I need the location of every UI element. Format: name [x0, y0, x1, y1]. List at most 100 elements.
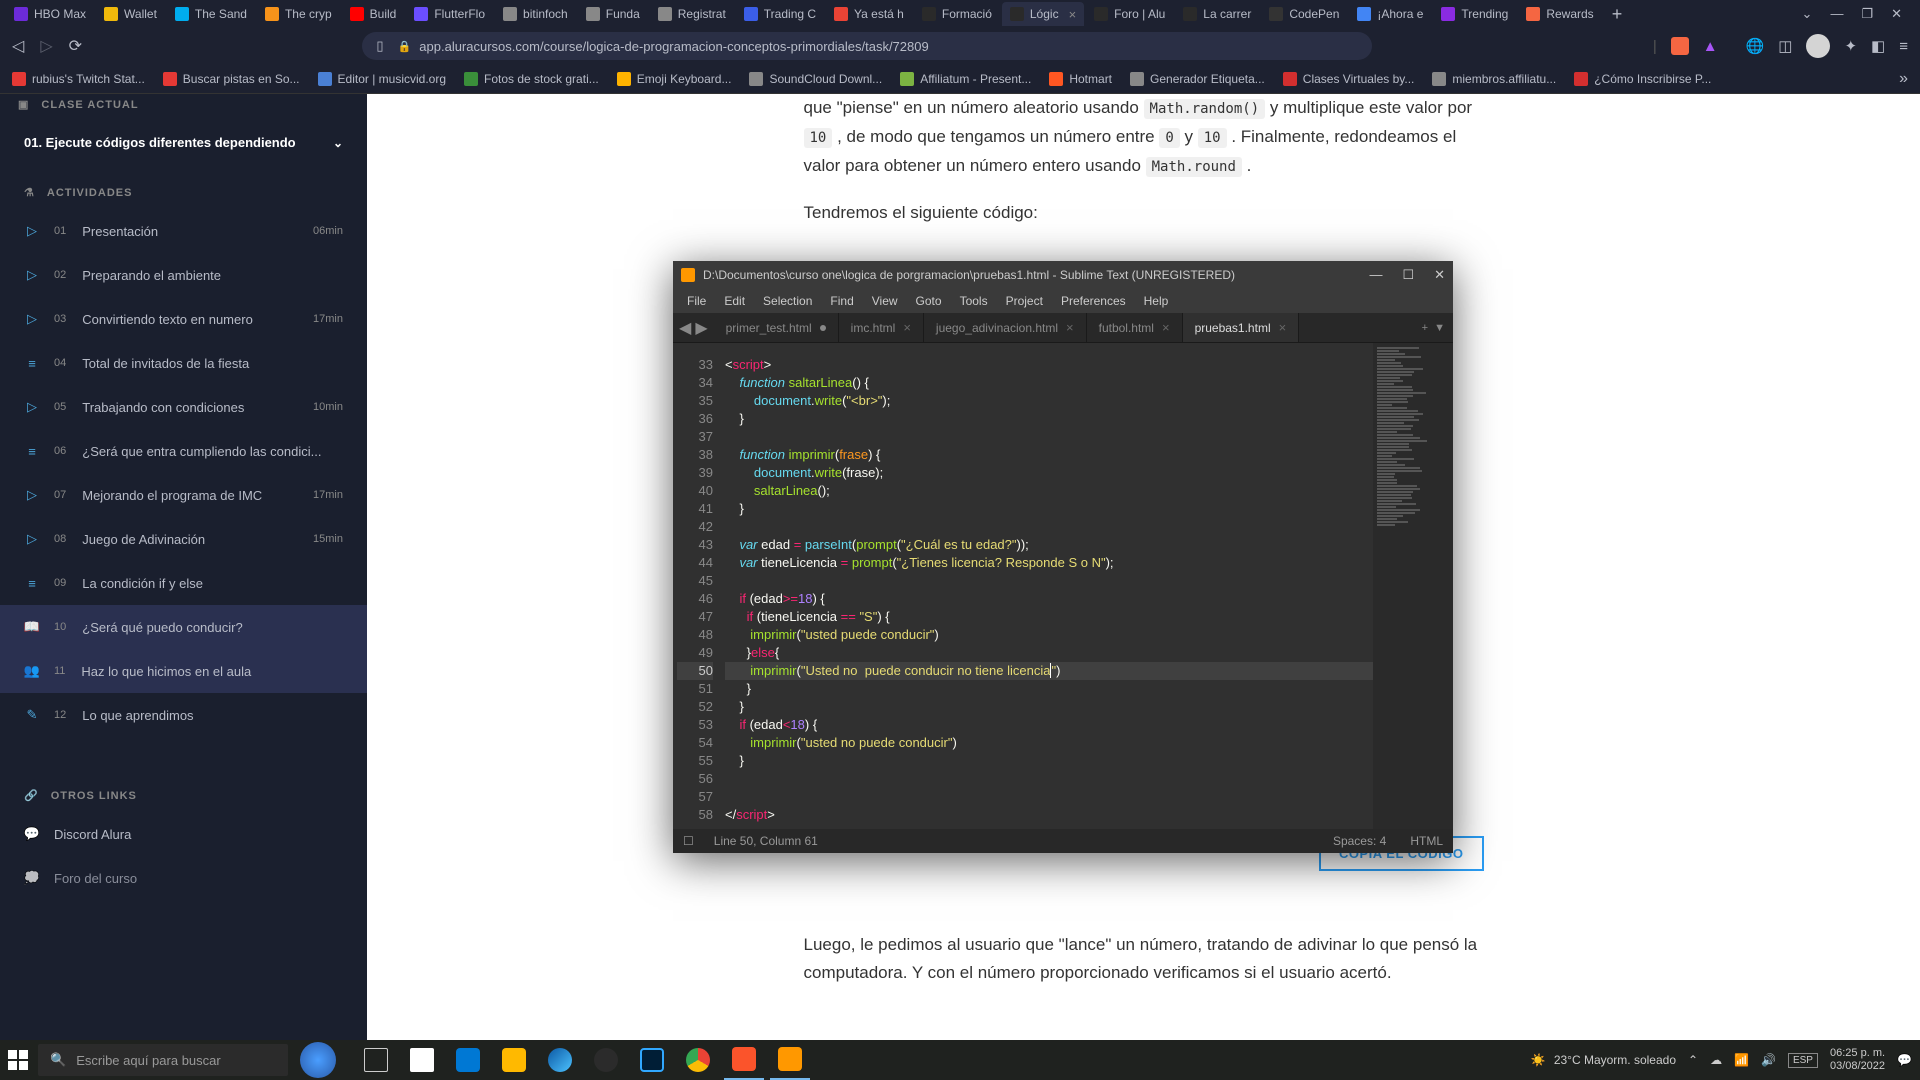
status-lang[interactable]: HTML: [1410, 834, 1443, 848]
weather-widget[interactable]: ☀️ 23°C Mayorm. soleado: [1531, 1053, 1676, 1067]
bookmark-item[interactable]: miembros.affiliatu...: [1432, 72, 1556, 86]
sidebar-activity-item[interactable]: ≡06¿Será que entra cumpliendo las condic…: [0, 429, 367, 473]
sidebar-icon[interactable]: ◧: [1871, 37, 1885, 55]
notifications-icon[interactable]: 💬: [1897, 1053, 1912, 1067]
translate-icon[interactable]: 🌐: [1746, 37, 1765, 55]
tab-close-icon[interactable]: ×: [903, 320, 911, 335]
browser-tab[interactable]: The cryp: [257, 2, 340, 26]
sidebar-activity-item[interactable]: ▷08Juego de Adivinación15min: [0, 517, 367, 561]
reload-button[interactable]: ⟳: [69, 36, 82, 56]
browser-maximize-button[interactable]: ❐: [1861, 6, 1873, 22]
new-tab-icon[interactable]: +: [1422, 322, 1428, 334]
browser-tab[interactable]: Ya está h: [826, 2, 912, 26]
sublime-window[interactable]: D:\Documentos\curso one\logica de porgra…: [673, 261, 1453, 853]
taskbar-app-sublime[interactable]: [770, 1040, 810, 1080]
brave-shield-icon[interactable]: [1671, 37, 1689, 55]
menu-selection[interactable]: Selection: [755, 291, 820, 311]
sidebar-activity-item[interactable]: ≡04Total de invitados de la fiesta: [0, 341, 367, 385]
tab-next-icon[interactable]: ▶: [695, 318, 707, 338]
tab-prev-icon[interactable]: ◀: [679, 318, 691, 338]
close-button[interactable]: ✕: [1434, 267, 1445, 283]
menu-tools[interactable]: Tools: [952, 291, 996, 311]
menu-edit[interactable]: Edit: [716, 291, 753, 311]
taskbar-app-1[interactable]: [402, 1040, 442, 1080]
menu-find[interactable]: Find: [822, 291, 861, 311]
sidebar-activity-item[interactable]: ✎12Lo que aprendimos: [0, 693, 367, 737]
editor-tab[interactable]: primer_test.html: [714, 313, 839, 342]
taskbar-app-edge[interactable]: [540, 1040, 580, 1080]
browser-tab[interactable]: FlutterFlo: [406, 2, 493, 26]
taskbar-app-photoshop[interactable]: [632, 1040, 672, 1080]
taskbar-app-brave[interactable]: [724, 1040, 764, 1080]
forward-button[interactable]: ▷: [40, 36, 52, 56]
tab-close-icon[interactable]: ×: [1066, 320, 1074, 335]
maximize-button[interactable]: ☐: [1402, 267, 1414, 283]
tab-menu-icon[interactable]: ▼: [1434, 322, 1445, 334]
bookmarks-overflow-icon[interactable]: »: [1899, 70, 1908, 88]
bookmark-item[interactable]: Editor | musicvid.org: [318, 72, 447, 86]
browser-tab[interactable]: Registrat: [650, 2, 734, 26]
extensions-icon[interactable]: ✦: [1844, 37, 1857, 55]
editor-tab[interactable]: pruebas1.html×: [1183, 313, 1300, 342]
sidebar-discord[interactable]: 💬 Discord Alura: [0, 812, 367, 856]
tab-close-icon[interactable]: ×: [1279, 320, 1287, 335]
menu-project[interactable]: Project: [998, 291, 1051, 311]
sidebar-activity-item[interactable]: ▷01Presentación06min: [0, 209, 367, 253]
sidebar-activity-item[interactable]: 👥11Haz lo que hicimos en el aula: [0, 649, 367, 693]
bookmark-item[interactable]: Buscar pistas en So...: [163, 72, 300, 86]
browser-close-button[interactable]: ✕: [1891, 6, 1902, 22]
minimap[interactable]: [1373, 343, 1453, 829]
browser-tab[interactable]: Foro | Alu: [1086, 2, 1173, 26]
code-editor[interactable]: 3334353637383940414243444546474849505152…: [673, 343, 1453, 829]
sidebar-activity-item[interactable]: 📖10¿Será qué puedo conducir?: [0, 605, 367, 649]
menu-file[interactable]: File: [679, 291, 714, 311]
status-spaces[interactable]: Spaces: 4: [1333, 834, 1386, 848]
new-tab-button[interactable]: +: [1604, 4, 1631, 25]
bookmark-page-icon[interactable]: ▯: [376, 38, 383, 54]
browser-tab[interactable]: Funda: [578, 2, 648, 26]
sidebar-activity-item[interactable]: ▷07Mejorando el programa de IMC17min: [0, 473, 367, 517]
sidebar-activity-item[interactable]: ▷05Trabajando con condiciones10min: [0, 385, 367, 429]
tray-volume-icon[interactable]: 🔊: [1761, 1053, 1776, 1067]
browser-dropdown-icon[interactable]: ⌄: [1802, 6, 1813, 22]
taskbar-search[interactable]: 🔍 Escribe aquí para buscar: [38, 1044, 288, 1076]
browser-tab[interactable]: Rewards: [1518, 2, 1601, 26]
tab-close-icon[interactable]: ×: [1162, 320, 1170, 335]
url-field[interactable]: ▯ 🔒 app.aluracursos.com/course/logica-de…: [362, 32, 1372, 60]
editor-tab[interactable]: futbol.html×: [1087, 313, 1183, 342]
tray-onedrive-icon[interactable]: ☁: [1710, 1053, 1722, 1067]
wallet-icon[interactable]: ◫: [1778, 37, 1792, 55]
taskbar-app-explorer[interactable]: [494, 1040, 534, 1080]
menu-goto[interactable]: Goto: [908, 291, 950, 311]
editor-tab[interactable]: imc.html×: [839, 313, 924, 342]
browser-tab[interactable]: Build: [342, 2, 405, 26]
sidebar-activity-item[interactable]: ▷03Convirtiendo texto en numero17min: [0, 297, 367, 341]
browser-tab[interactable]: The Sand: [167, 2, 255, 26]
taskbar-app-chrome[interactable]: [678, 1040, 718, 1080]
browser-tab[interactable]: Formació: [914, 2, 1000, 26]
menu-help[interactable]: Help: [1136, 291, 1177, 311]
browser-tab[interactable]: HBO Max: [6, 2, 94, 26]
browser-tab[interactable]: ¡Ahora e: [1349, 2, 1431, 26]
tray-network-icon[interactable]: 📶: [1734, 1053, 1749, 1067]
start-button[interactable]: [8, 1050, 28, 1070]
browser-minimize-button[interactable]: —: [1830, 6, 1843, 22]
bookmark-item[interactable]: rubius's Twitch Stat...: [12, 72, 145, 86]
browser-tab[interactable]: CodePen: [1261, 2, 1347, 26]
bookmark-item[interactable]: SoundCloud Downl...: [749, 72, 882, 86]
tray-language[interactable]: ESP: [1788, 1053, 1818, 1068]
browser-tab[interactable]: Wallet: [96, 2, 165, 26]
task-view-button[interactable]: [356, 1040, 396, 1080]
bookmark-item[interactable]: Clases Virtuales by...: [1283, 72, 1415, 86]
sublime-titlebar[interactable]: D:\Documentos\curso one\logica de porgra…: [673, 261, 1453, 289]
browser-tab[interactable]: bitinfoch: [495, 2, 576, 26]
bookmark-item[interactable]: Hotmart: [1049, 72, 1112, 86]
menu-view[interactable]: View: [864, 291, 906, 311]
menu-icon[interactable]: ≡: [1899, 38, 1908, 55]
sidebar-activity-item[interactable]: ▷02Preparando el ambiente: [0, 253, 367, 297]
bookmark-item[interactable]: Emoji Keyboard...: [617, 72, 732, 86]
cortana-icon[interactable]: [300, 1042, 336, 1078]
bookmark-item[interactable]: Affiliatum - Present...: [900, 72, 1031, 86]
bookmark-item[interactable]: Fotos de stock grati...: [464, 72, 599, 86]
tab-close-icon[interactable]: ×: [1069, 7, 1077, 22]
